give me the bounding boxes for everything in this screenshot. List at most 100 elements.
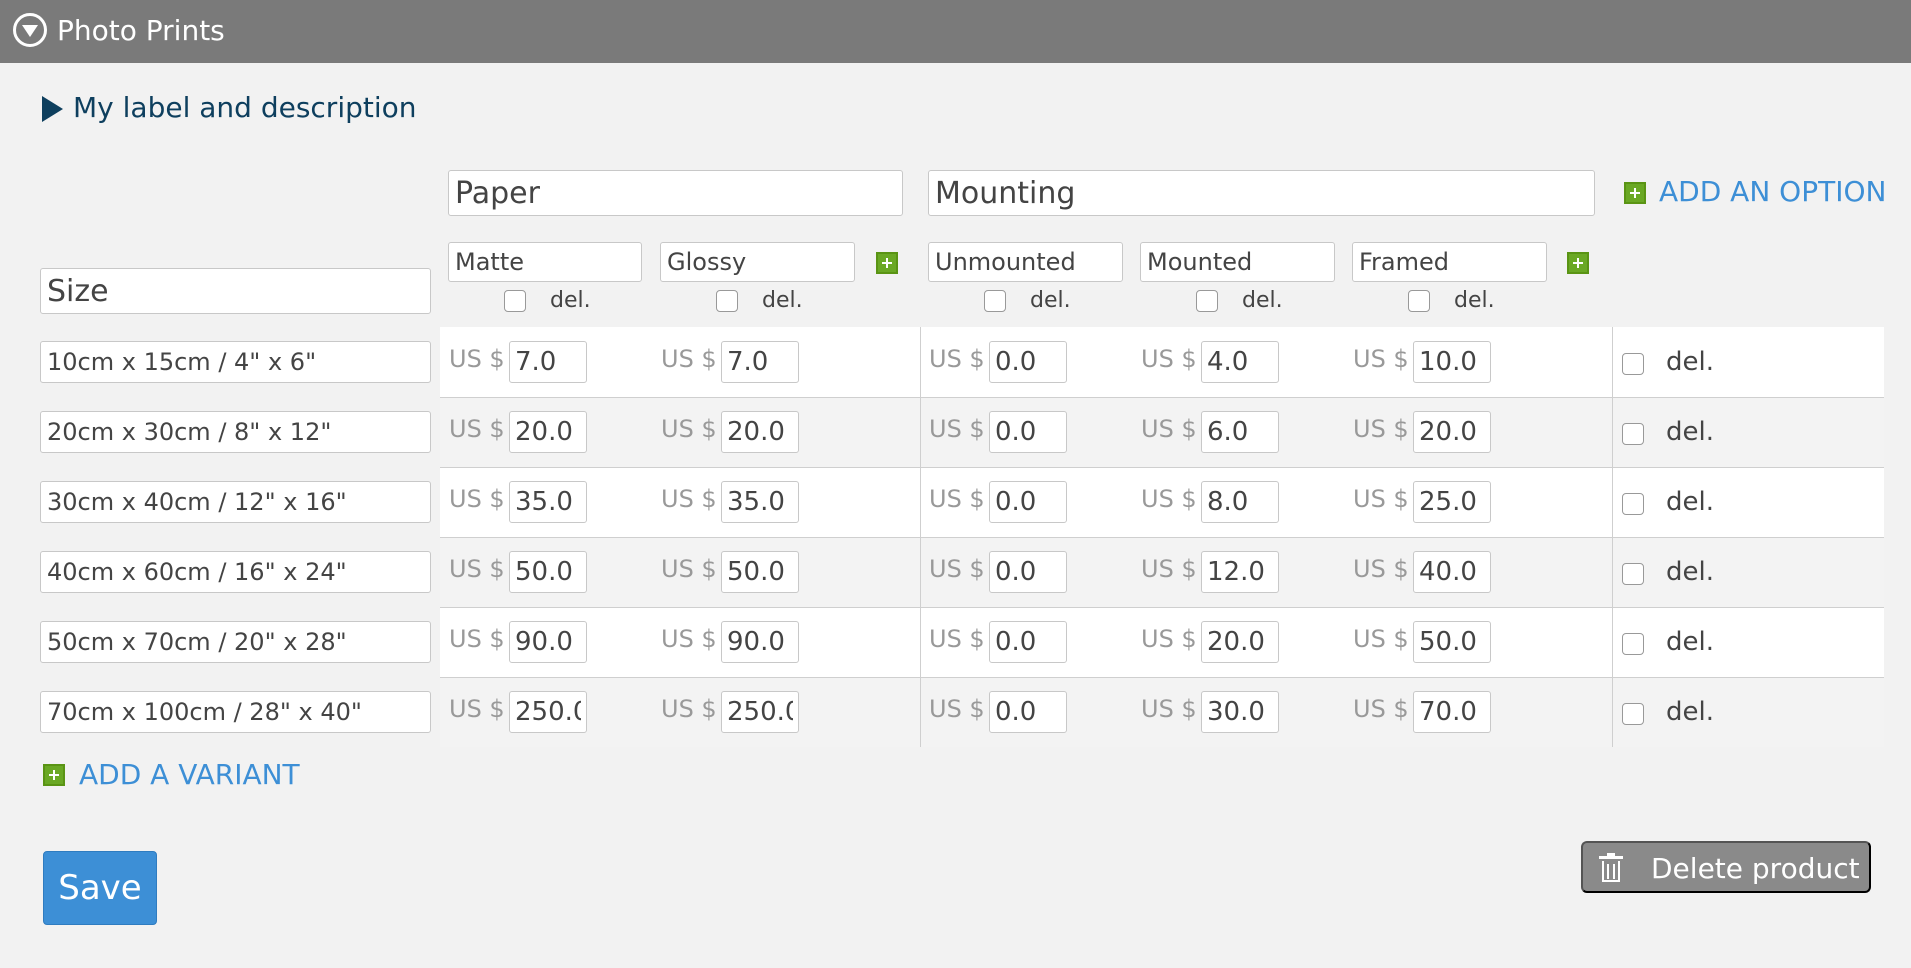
price-input[interactable]: [1201, 341, 1279, 383]
delete-variant-checkbox[interactable]: [1622, 703, 1644, 725]
column-divider: [1612, 327, 1613, 747]
price-input[interactable]: [721, 621, 799, 663]
trash-icon: [1599, 853, 1623, 882]
collapse-circle-icon[interactable]: [13, 13, 47, 47]
price-input[interactable]: [1201, 551, 1279, 593]
add-paper-value-plus-icon[interactable]: [876, 252, 898, 274]
delete-variant-checkbox[interactable]: [1622, 633, 1644, 655]
price-input[interactable]: [1201, 481, 1279, 523]
delete-label: del.: [550, 288, 591, 313]
price-input[interactable]: [721, 691, 799, 733]
currency-label: US $: [661, 345, 717, 373]
price-input[interactable]: [1413, 411, 1491, 453]
label-description-toggle[interactable]: My label and description: [73, 88, 417, 128]
delete-label: del.: [1666, 487, 1714, 517]
price-input[interactable]: [721, 341, 799, 383]
price-input[interactable]: [509, 551, 587, 593]
price-input[interactable]: [509, 621, 587, 663]
currency-label: US $: [449, 485, 505, 513]
delete-framed-checkbox[interactable]: [1408, 290, 1430, 312]
column-divider: [920, 327, 921, 747]
delete-unmounted-checkbox[interactable]: [984, 290, 1006, 312]
price-input[interactable]: [989, 341, 1067, 383]
add-option-plus-icon[interactable]: [1624, 182, 1646, 204]
variant-size-input[interactable]: [40, 411, 431, 453]
delete-matte-checkbox[interactable]: [504, 290, 526, 312]
price-input[interactable]: [1201, 411, 1279, 453]
price-input[interactable]: [1413, 481, 1491, 523]
currency-label: US $: [929, 555, 985, 583]
delete-variant-checkbox[interactable]: [1622, 353, 1644, 375]
delete-variant-checkbox[interactable]: [1622, 563, 1644, 585]
currency-label: US $: [1353, 625, 1409, 653]
price-input[interactable]: [1201, 621, 1279, 663]
currency-label: US $: [929, 345, 985, 373]
product-title: Photo Prints: [57, 14, 225, 47]
delete-label: del.: [1666, 697, 1714, 727]
option-value-input-framed[interactable]: [1352, 242, 1547, 282]
delete-variant-checkbox[interactable]: [1622, 493, 1644, 515]
option-value-input-glossy[interactable]: [660, 242, 855, 282]
delete-glossy-checkbox[interactable]: [716, 290, 738, 312]
variant-size-input[interactable]: [40, 691, 431, 733]
option-name-input-paper[interactable]: [448, 170, 903, 216]
option-value-input-matte[interactable]: [448, 242, 642, 282]
currency-label: US $: [1353, 345, 1409, 373]
add-option-link[interactable]: ADD AN OPTION: [1659, 174, 1886, 210]
option-value-input-mounted[interactable]: [1140, 242, 1335, 282]
currency-label: US $: [449, 415, 505, 443]
add-variant-link[interactable]: ADD A VARIANT: [79, 757, 300, 793]
price-input[interactable]: [509, 481, 587, 523]
delete-product-button[interactable]: Delete product: [1581, 841, 1871, 893]
price-input[interactable]: [721, 481, 799, 523]
price-input[interactable]: [989, 411, 1067, 453]
delete-label: del.: [1666, 627, 1714, 657]
price-input[interactable]: [721, 551, 799, 593]
currency-label: US $: [1141, 555, 1197, 583]
product-header[interactable]: Photo Prints: [0, 0, 1911, 63]
currency-label: US $: [929, 695, 985, 723]
price-input[interactable]: [989, 551, 1067, 593]
currency-label: US $: [1141, 695, 1197, 723]
price-input[interactable]: [721, 411, 799, 453]
delete-product-label: Delete product: [1651, 852, 1860, 885]
delete-label: del.: [1030, 288, 1071, 313]
price-input[interactable]: [989, 481, 1067, 523]
price-input[interactable]: [1413, 621, 1491, 663]
option-value-input-unmounted[interactable]: [928, 242, 1123, 282]
delete-label: del.: [1454, 288, 1495, 313]
price-input[interactable]: [1413, 341, 1491, 383]
currency-label: US $: [1353, 415, 1409, 443]
currency-label: US $: [449, 625, 505, 653]
currency-label: US $: [661, 555, 717, 583]
price-input[interactable]: [509, 341, 587, 383]
currency-label: US $: [1141, 345, 1197, 373]
currency-label: US $: [449, 345, 505, 373]
currency-label: US $: [1141, 625, 1197, 653]
variant-size-input[interactable]: [40, 341, 431, 383]
currency-label: US $: [929, 625, 985, 653]
delete-label: del.: [1666, 347, 1714, 377]
delete-label: del.: [762, 288, 803, 313]
add-variant-plus-icon[interactable]: [43, 764, 65, 786]
save-button[interactable]: Save: [43, 851, 157, 925]
price-input[interactable]: [1201, 691, 1279, 733]
variant-size-input[interactable]: [40, 481, 431, 523]
price-input[interactable]: [989, 621, 1067, 663]
variant-size-input[interactable]: [40, 621, 431, 663]
expand-triangle-icon[interactable]: [42, 96, 63, 122]
price-input[interactable]: [509, 411, 587, 453]
variant-size-input[interactable]: [40, 551, 431, 593]
price-input[interactable]: [1413, 691, 1491, 733]
variant-name-input[interactable]: [40, 268, 431, 314]
currency-label: US $: [449, 555, 505, 583]
price-input[interactable]: [509, 691, 587, 733]
price-input[interactable]: [989, 691, 1067, 733]
option-name-input-mounting[interactable]: [928, 170, 1595, 216]
price-input[interactable]: [1413, 551, 1491, 593]
currency-label: US $: [661, 695, 717, 723]
delete-mounted-checkbox[interactable]: [1196, 290, 1218, 312]
delete-variant-checkbox[interactable]: [1622, 423, 1644, 445]
add-mounting-value-plus-icon[interactable]: [1567, 252, 1589, 274]
delete-label: del.: [1666, 557, 1714, 587]
